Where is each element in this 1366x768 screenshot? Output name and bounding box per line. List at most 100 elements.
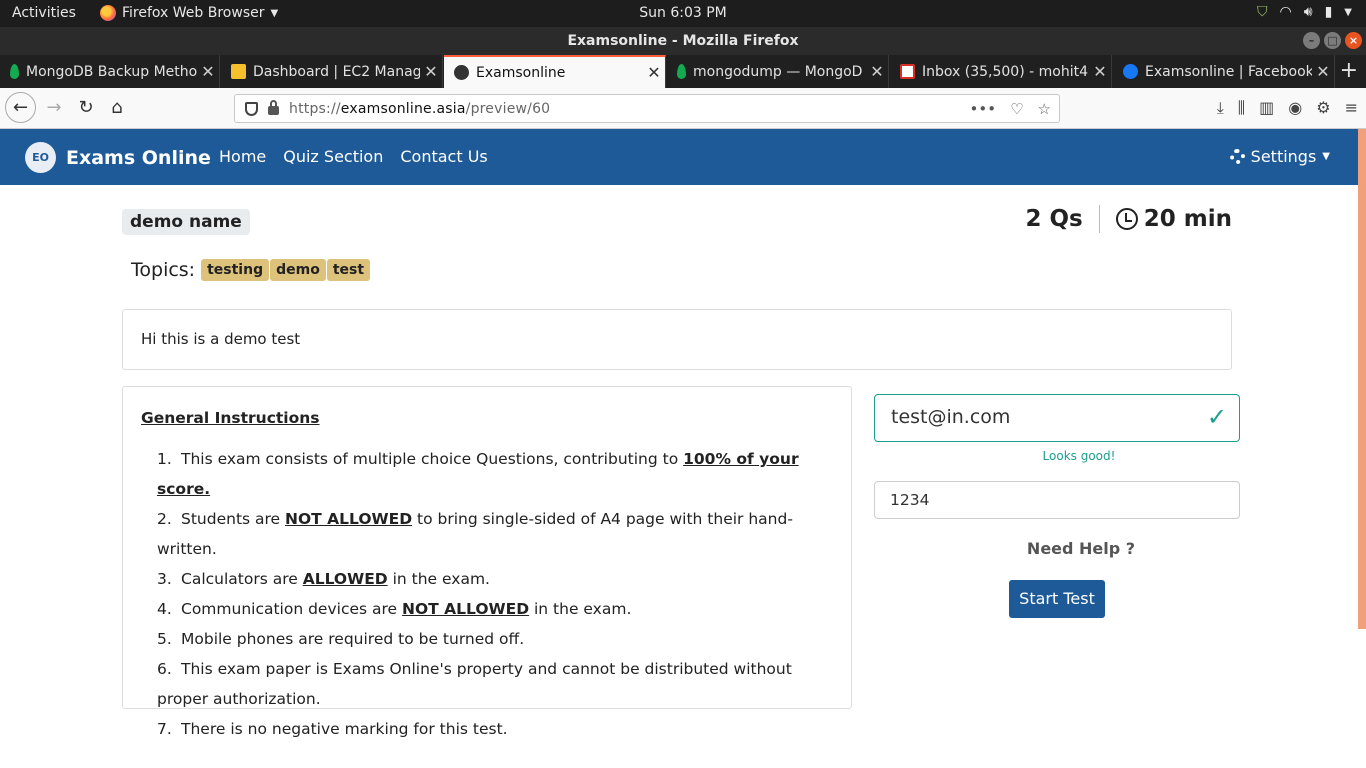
- gear-icon: [1229, 149, 1245, 164]
- topics-label: Topics:: [131, 259, 196, 281]
- firefox-icon: [100, 5, 116, 21]
- page-actions-icon[interactable]: •••: [970, 100, 997, 118]
- window-title-bar: Examsonline - Mozilla Firefox – □ ×: [0, 27, 1366, 55]
- mongodb-leaf-icon: [677, 64, 686, 79]
- brand[interactable]: EO Exams Online: [25, 142, 211, 173]
- nav-home[interactable]: Home: [219, 147, 266, 166]
- reload-button[interactable]: ↻: [72, 94, 100, 122]
- test-description: Hi this is a demo test: [122, 309, 1232, 370]
- close-tab-icon[interactable]: ✕: [197, 62, 219, 81]
- shield-icon[interactable]: ⛉: [1257, 4, 1268, 20]
- close-tab-icon[interactable]: ✕: [420, 62, 442, 81]
- examsonline-icon: [454, 65, 469, 80]
- sidebar-icon[interactable]: ▥: [1259, 98, 1274, 118]
- system-clock[interactable]: Sun 6:03 PM: [639, 5, 727, 21]
- instructions-card: General Instructions 1. This exam consist…: [122, 386, 852, 738]
- close-tab-icon[interactable]: ✕: [643, 63, 665, 82]
- question-count: 2 Qs: [1025, 206, 1083, 232]
- settings-dropdown[interactable]: Settings ▼: [1229, 147, 1330, 166]
- divider: [1098, 205, 1100, 233]
- new-tab-button[interactable]: +: [1340, 58, 1358, 83]
- instruction-item: 7. There is no negative marking for this …: [157, 720, 508, 738]
- maximize-button[interactable]: □: [1324, 32, 1341, 49]
- instructions-heading: General Instructions: [141, 409, 320, 427]
- instruction-item: 5. Mobile phones are required to be turne…: [157, 630, 525, 648]
- instruction-item: 2. Students are NOT ALLOWED to bring sing…: [157, 510, 793, 558]
- test-name-badge: demo name: [122, 209, 250, 235]
- forward-button[interactable]: →: [40, 94, 68, 122]
- pocket-icon[interactable]: ♡: [1010, 100, 1023, 118]
- wifi-icon[interactable]: ◠: [1280, 4, 1292, 20]
- close-tab-icon[interactable]: ✕: [1089, 62, 1111, 81]
- page-content: EO Exams Online Home Quiz Section Contac…: [0, 129, 1366, 768]
- checkmark-icon: ✓: [1206, 403, 1227, 431]
- tab-label: Inbox (35,500) - mohit49: [922, 63, 1089, 80]
- test-duration: 20 min: [1143, 206, 1232, 232]
- brand-name: Exams Online: [66, 146, 211, 169]
- back-button[interactable]: ←: [5, 92, 36, 123]
- tab-strip: MongoDB Backup Metho ✕ Dashboard | EC2 M…: [0, 55, 1366, 88]
- tab-mongodb-backup[interactable]: MongoDB Backup Metho ✕: [0, 55, 220, 88]
- mongodb-leaf-icon: [10, 64, 19, 79]
- site-navbar: EO Exams Online Home Quiz Section Contac…: [0, 129, 1358, 185]
- tab-label: mongodump — MongoD: [693, 63, 863, 80]
- tab-mongodump[interactable]: mongodump — MongoD ✕: [667, 55, 889, 88]
- instruction-item: 1. This exam consists of multiple choice …: [157, 450, 799, 498]
- tab-examsonline[interactable]: Examsonline ✕: [444, 55, 666, 88]
- account-icon[interactable]: ◉: [1288, 98, 1302, 118]
- nav-contact-us[interactable]: Contact Us: [400, 147, 487, 166]
- tab-facebook[interactable]: Examsonline | Facebook ✕: [1113, 55, 1335, 88]
- instruction-item: 3. Calculators are ALLOWED in the exam.: [157, 570, 490, 588]
- url-text[interactable]: https://examsonline.asia/preview/60: [289, 101, 550, 117]
- home-button[interactable]: ⌂: [103, 94, 131, 122]
- minimize-button[interactable]: –: [1303, 32, 1320, 49]
- email-input[interactable]: test@in.com ✓: [874, 394, 1240, 442]
- topic-tag: demo: [270, 259, 326, 281]
- tab-label: Dashboard | EC2 Manage: [253, 63, 420, 80]
- instruction-item: 4. Communication devices are NOT ALLOWED …: [157, 600, 632, 618]
- settings-label: Settings: [1250, 147, 1317, 166]
- chevron-down-icon: ▼: [270, 7, 279, 19]
- system-top-bar: Activities Firefox Web Browser ▼ Sun 6:0…: [0, 0, 1366, 27]
- downloads-icon[interactable]: ⤓: [1217, 98, 1224, 118]
- topics: Topics: testing demo test: [131, 259, 371, 281]
- close-window-button[interactable]: ×: [1345, 32, 1362, 49]
- tab-label: Examsonline: [476, 64, 566, 81]
- gmail-icon: [900, 64, 915, 79]
- close-tab-icon[interactable]: ✕: [866, 62, 888, 81]
- tab-ec2-dashboard[interactable]: Dashboard | EC2 Manage ✕: [221, 55, 443, 88]
- close-tab-icon[interactable]: ✕: [1312, 62, 1334, 81]
- start-test-form: test@in.com ✓ Looks good! 1234 Need Help…: [874, 394, 1240, 618]
- chevron-down-icon: ▼: [1322, 151, 1330, 162]
- browser-toolbar: ← → ↻ ⌂ https://examsonline.asia/preview…: [0, 88, 1366, 129]
- battery-icon[interactable]: ▮: [1325, 4, 1333, 20]
- tab-gmail-inbox[interactable]: Inbox (35,500) - mohit49 ✕: [890, 55, 1112, 88]
- extension-icon[interactable]: ⚙: [1316, 98, 1330, 118]
- lock-icon[interactable]: [268, 100, 279, 115]
- brand-logo: EO: [25, 142, 56, 173]
- app-menu[interactable]: Firefox Web Browser ▼: [100, 5, 278, 21]
- email-valid-feedback: Looks good!: [1042, 449, 1116, 463]
- tab-label: Examsonline | Facebook: [1145, 63, 1312, 80]
- instructions-list: 1. This exam consists of multiple choice …: [141, 444, 833, 744]
- window-title: Examsonline - Mozilla Firefox: [567, 33, 799, 49]
- bookmark-star-icon[interactable]: ☆: [1038, 100, 1051, 118]
- tab-label: MongoDB Backup Metho: [26, 63, 197, 80]
- topic-tag: test: [326, 259, 371, 281]
- volume-icon[interactable]: 🔊︎: [1304, 4, 1313, 20]
- address-bar[interactable]: https://examsonline.asia/preview/60 ••• …: [234, 94, 1060, 123]
- library-icon[interactable]: ⫼: [1238, 98, 1245, 118]
- start-test-button[interactable]: Start Test: [1009, 580, 1105, 618]
- nav-quiz-section[interactable]: Quiz Section: [283, 147, 383, 166]
- need-help-link[interactable]: Need Help ?: [922, 539, 1240, 558]
- system-tray[interactable]: ⛉ ◠ 🔊︎ ▮ ▼: [1257, 4, 1352, 20]
- app-name: Firefox Web Browser: [122, 5, 265, 21]
- page-scrollbar[interactable]: [1358, 129, 1366, 629]
- menu-icon[interactable]: ≡: [1345, 98, 1358, 118]
- tracking-protection-icon[interactable]: [245, 101, 258, 116]
- activities-button[interactable]: Activities: [12, 5, 76, 21]
- aws-cube-icon: [231, 64, 246, 79]
- facebook-icon: [1123, 64, 1138, 79]
- chevron-down-icon[interactable]: ▼: [1344, 7, 1352, 18]
- code-input[interactable]: 1234: [874, 481, 1240, 519]
